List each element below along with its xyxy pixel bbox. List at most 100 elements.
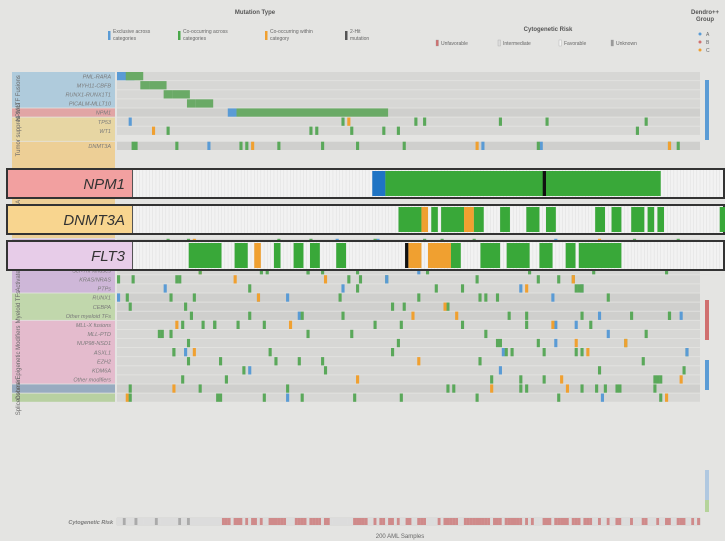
gene-label: ASXL1 <box>93 350 111 356</box>
cytogenetic-risk-cell <box>189 518 193 525</box>
mutation-mark <box>574 320 578 329</box>
cytogenetic-risk-cell <box>490 518 494 525</box>
mutation-mark <box>641 357 645 366</box>
cytogenetic-risk-cell <box>160 518 164 525</box>
legend-swatch <box>558 39 562 47</box>
mutation-mark <box>417 293 421 302</box>
gene-label: MYH11-CBFB <box>77 83 112 89</box>
highlight-mutation-mark <box>526 207 540 232</box>
mutation-mark <box>175 141 179 150</box>
cytogenetic-risk-cell <box>393 518 397 525</box>
cytogenetic-risk-cell <box>630 518 634 525</box>
cytogenetic-risk-cell <box>641 518 645 525</box>
mutation-mark <box>402 302 406 311</box>
cytogenetic-risk-cell <box>650 518 654 525</box>
highlighted-gene-rows: NPM1 DNMT3A FLT3 <box>6 168 725 271</box>
mutation-mark <box>653 375 657 384</box>
highlight-mutation-mark <box>464 207 474 232</box>
cytogenetic-risk-cell <box>484 518 488 525</box>
cytogenetic-risk-cell <box>662 518 666 525</box>
mutation-mark <box>635 126 639 135</box>
cytogenetic-risk-cell <box>242 518 246 525</box>
mutation-mark <box>181 320 185 329</box>
x-axis-label: 200 AML Samples <box>376 534 424 540</box>
highlight-mutation-mark <box>578 243 622 268</box>
cytogenetic-risk-cell <box>621 518 625 525</box>
mutation-mark <box>128 384 132 393</box>
mutation-mark <box>551 320 555 329</box>
cytogenetic-risk-cell <box>146 518 150 525</box>
mutation-mark <box>414 117 418 126</box>
cytogenetic-risk-cell <box>379 518 383 525</box>
mutation-mark <box>192 348 196 357</box>
cytogenetic-risk-cell <box>396 518 400 525</box>
mutation-mark <box>580 284 584 293</box>
grid-row <box>117 366 700 375</box>
cytogenetic-risk-cell <box>245 518 249 525</box>
legend-cytogenetic-label: Unfavorable <box>441 41 468 47</box>
cytogenetic-risk-cell <box>163 518 167 525</box>
mutation-mark <box>248 311 252 320</box>
cytogenetic-risk-cell <box>356 518 360 525</box>
mutation-mark <box>644 329 648 339</box>
mutation-mark <box>181 375 185 384</box>
mutation-mark <box>545 117 549 126</box>
highlight-mutation-mark <box>595 207 605 232</box>
gene-label: NPM1 <box>96 111 111 117</box>
mutation-mark <box>574 348 578 357</box>
highlight-mutation-mark <box>421 207 428 232</box>
mutation-mark <box>128 302 132 311</box>
cytogenetic-risk-cell <box>274 518 278 525</box>
mutation-mark <box>597 366 602 375</box>
grid-row <box>117 90 700 99</box>
mutation-mark <box>192 293 196 302</box>
cytogenetic-risk-cell <box>507 518 511 525</box>
cytogenetic-risk-cell <box>233 518 237 525</box>
cytogenetic-risk-cell <box>589 518 593 525</box>
dendro-group-marker <box>705 500 709 512</box>
highlight-mutation-mark <box>500 207 510 232</box>
cytogenetic-risk-cell <box>140 518 144 525</box>
cytogenetic-risk-cell <box>169 518 173 525</box>
mutation-mark <box>644 117 648 126</box>
mutation-mark <box>297 357 301 366</box>
mutation-mark <box>347 275 351 284</box>
cytogenetic-risk-cell <box>659 518 663 525</box>
mutation-mark <box>618 384 622 393</box>
cytogenetic-risk-cell <box>388 518 392 525</box>
cytogenetic-risk-cell <box>577 518 581 525</box>
mutation-mark <box>268 348 272 357</box>
highlight-mutation-mark <box>506 243 530 268</box>
grid-row <box>117 393 700 402</box>
legend-swatch <box>610 39 614 47</box>
cytogenetic-risk-cell <box>332 518 336 525</box>
legend-swatch <box>345 31 348 40</box>
gene-label: RUNX1 <box>92 296 111 302</box>
legend-dendro-label: B <box>706 40 710 46</box>
mutation-landscape-chart: Mutation Type Exclusive across categories C… <box>6 10 725 540</box>
cytogenetic-risk-cell <box>184 518 188 525</box>
mutation-mark <box>350 126 354 135</box>
cytogenetic-risk-cell <box>697 518 701 525</box>
grid-row <box>117 126 700 135</box>
grid-row <box>117 348 700 357</box>
mutation-mark <box>236 320 240 329</box>
cytogenetic-risk-cell <box>463 518 467 525</box>
mutation-mark <box>186 99 196 108</box>
cytogenetic-risk-cell <box>525 518 529 525</box>
mutation-mark <box>446 302 450 311</box>
cytogenetic-risk-cell <box>236 518 240 525</box>
cytogenetic-risk-cell <box>254 518 258 525</box>
cytogenetic-risk-cell <box>627 518 631 525</box>
gene-label: KDM6A <box>92 369 111 375</box>
mutation-mark <box>525 384 529 393</box>
highlight-mutation-mark <box>546 207 556 232</box>
cytogenetic-risk-cell <box>224 518 228 525</box>
cytogenetic-risk-cell <box>478 518 482 525</box>
cytogenetic-risk-cell <box>341 518 345 525</box>
cytogenetic-risk-cell <box>417 518 421 525</box>
cytogenetic-risk-cell <box>600 518 604 525</box>
mutation-mark <box>373 320 377 329</box>
mutation-mark <box>391 348 395 357</box>
mutation-mark <box>219 393 223 402</box>
